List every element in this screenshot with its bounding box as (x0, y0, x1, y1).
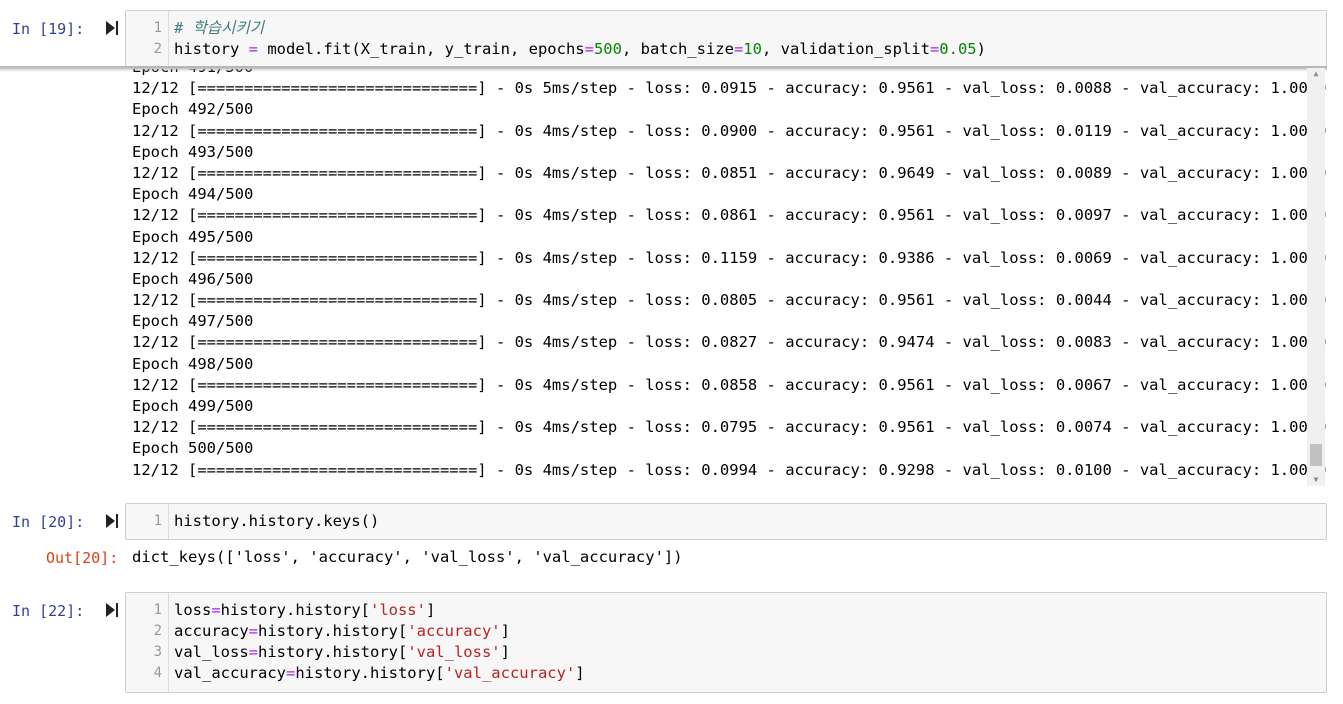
log-line: 12/12 [==============================] -… (132, 291, 1327, 310)
cell-20-input[interactable]: 1 history.history.keys() (125, 503, 1327, 540)
code-token: ] (575, 664, 585, 682)
code-operator: = (285, 664, 296, 682)
code-token: history.history[ (220, 601, 370, 619)
scroll-up-arrow-icon[interactable]: ▲ (1307, 68, 1325, 80)
code-line[interactable]: # 학습시키기 (174, 18, 264, 39)
line-number: 1 (153, 20, 162, 36)
log-line: 12/12 [==============================] -… (132, 248, 1327, 267)
code-line[interactable]: val_loss=history.history['val_loss'] (174, 642, 510, 663)
code-operator: = (248, 643, 258, 661)
line-number: 4 (153, 665, 162, 681)
cell-22-input[interactable]: 1 loss=history.history['loss'] 2 accurac… (125, 592, 1327, 693)
code-token: loss (174, 601, 212, 619)
code-string: 'accuracy' (407, 622, 501, 640)
scroll-down-arrow-icon[interactable]: ▼ (1307, 474, 1325, 486)
line-number: 2 (153, 41, 162, 57)
code-token: history.history[ (258, 622, 408, 640)
cell-20-out-prompt: Out[20]: (46, 549, 119, 567)
log-line: Epoch 498/500 (132, 354, 254, 373)
log-line: Epoch 492/500 (132, 100, 254, 119)
code-token: val_accuracy (174, 664, 286, 682)
cell-19-input[interactable]: 1 # 학습시키기 2 history = model.fit(X_train,… (125, 10, 1327, 68)
code-operator: = (248, 622, 258, 640)
code-operator: = (733, 40, 744, 58)
code-operator: = (929, 40, 940, 58)
training-log: Epoch 491/50012/12 [====================… (132, 69, 1327, 481)
code-token: ] (500, 643, 510, 661)
cell-22-prompt: In [22]: (12, 602, 85, 620)
line-number: 3 (153, 644, 162, 660)
log-line: Epoch 500/500 (132, 439, 254, 458)
run-cell-icon[interactable] (105, 602, 119, 618)
code-operator: = (248, 40, 258, 58)
code-token: ] (425, 601, 436, 619)
cell-19-prompt: In [19]: (12, 20, 85, 38)
output-scrollbar[interactable]: ▲ ▼ (1307, 68, 1325, 486)
code-token: history (174, 40, 249, 58)
log-line: 12/12 [==============================] -… (132, 121, 1327, 140)
log-line: 12/12 [==============================] -… (132, 333, 1327, 352)
code-token: val_loss (174, 643, 249, 661)
code-operator: = (211, 601, 221, 619)
code-string: 'val_accuracy' (444, 664, 576, 682)
run-cell-icon[interactable] (105, 513, 119, 529)
code-operator: = (584, 40, 594, 58)
code-line[interactable]: history.history.keys() (174, 511, 379, 532)
log-line: Epoch 499/500 (132, 397, 254, 415)
code-token: , batch_size (621, 40, 734, 58)
code-line[interactable]: history = model.fit(X_train, y_train, ep… (174, 39, 986, 60)
log-line: 12/12 [==============================] -… (132, 79, 1327, 98)
code-line[interactable]: val_accuracy=history.history['val_accura… (174, 663, 585, 684)
code-token: ] (500, 622, 510, 640)
log-line: Epoch 495/500 (132, 227, 254, 246)
code-token: history.history[ (258, 643, 408, 661)
code-number: 0.05 (939, 40, 977, 58)
code-token: , validation_split (761, 40, 930, 58)
run-cell-icon[interactable] (105, 20, 119, 36)
line-number: 1 (153, 602, 162, 618)
log-line: Epoch 493/500 (132, 142, 254, 161)
code-token: model.fit(X_train, y_train, epochs (258, 40, 585, 58)
code-token: history.history[ (295, 664, 445, 682)
cell-19-output[interactable]: Epoch 491/50012/12 [====================… (0, 68, 1327, 487)
log-line: 12/12 [==============================] -… (132, 418, 1327, 437)
code-string: 'loss' (369, 601, 426, 619)
scrollbar-thumb[interactable] (1310, 444, 1322, 466)
code-number: 500 (593, 40, 622, 58)
code-line[interactable]: accuracy=history.history['accuracy'] (174, 621, 510, 642)
log-line: 12/12 [==============================] -… (132, 163, 1327, 182)
line-number: 1 (153, 513, 162, 529)
code-number: 10 (743, 40, 762, 58)
log-line: Epoch 497/500 (132, 312, 254, 331)
log-line: Epoch 496/500 (132, 269, 254, 288)
cell-20-output: dict_keys(['loss', 'accuracy', 'val_loss… (132, 548, 683, 566)
log-line: Epoch 494/500 (132, 185, 254, 204)
log-line: 12/12 [==============================] -… (132, 375, 1327, 394)
log-line: 12/12 [==============================] -… (132, 460, 1327, 479)
line-number: 2 (153, 623, 162, 639)
output-scroll-shadow (0, 66, 1327, 72)
cell-20-prompt: In [20]: (12, 513, 85, 531)
code-token: accuracy (174, 622, 249, 640)
code-line[interactable]: loss=history.history['loss'] (174, 600, 435, 621)
log-line: 12/12 [==============================] -… (132, 206, 1327, 225)
code-token: ) (976, 40, 986, 58)
code-string: 'val_loss' (407, 643, 501, 661)
